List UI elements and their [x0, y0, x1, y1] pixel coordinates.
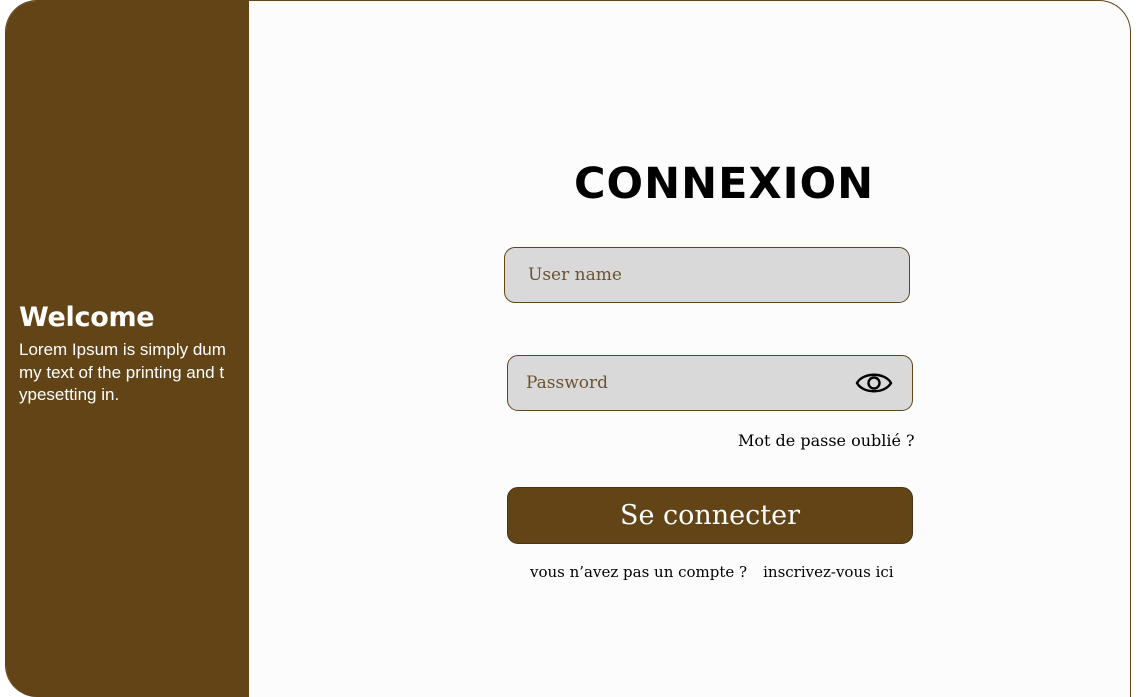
page-title: CONNEXION	[574, 159, 875, 209]
eye-icon[interactable]	[855, 368, 893, 398]
signup-row: vous n’avez pas un compte ? inscrivez-vou…	[530, 561, 894, 583]
login-button[interactable]: Se connecter	[507, 487, 913, 544]
username-input[interactable]	[505, 248, 909, 302]
signup-link[interactable]: inscrivez-vous ici	[763, 563, 893, 581]
password-field	[507, 355, 913, 411]
password-input[interactable]	[508, 356, 828, 410]
welcome-title: Welcome	[19, 302, 155, 333]
login-card: Welcome Lorem Ipsum is simply dummy text…	[5, 0, 1131, 697]
no-account-text: vous n’avez pas un compte ?	[530, 563, 748, 581]
username-field	[504, 247, 910, 303]
welcome-sidebar: Welcome Lorem Ipsum is simply dummy text…	[6, 1, 249, 697]
forgot-password-link[interactable]: Mot de passe oublié ?	[738, 430, 915, 452]
welcome-text: Lorem Ipsum is simply dummy text of the …	[19, 340, 226, 404]
